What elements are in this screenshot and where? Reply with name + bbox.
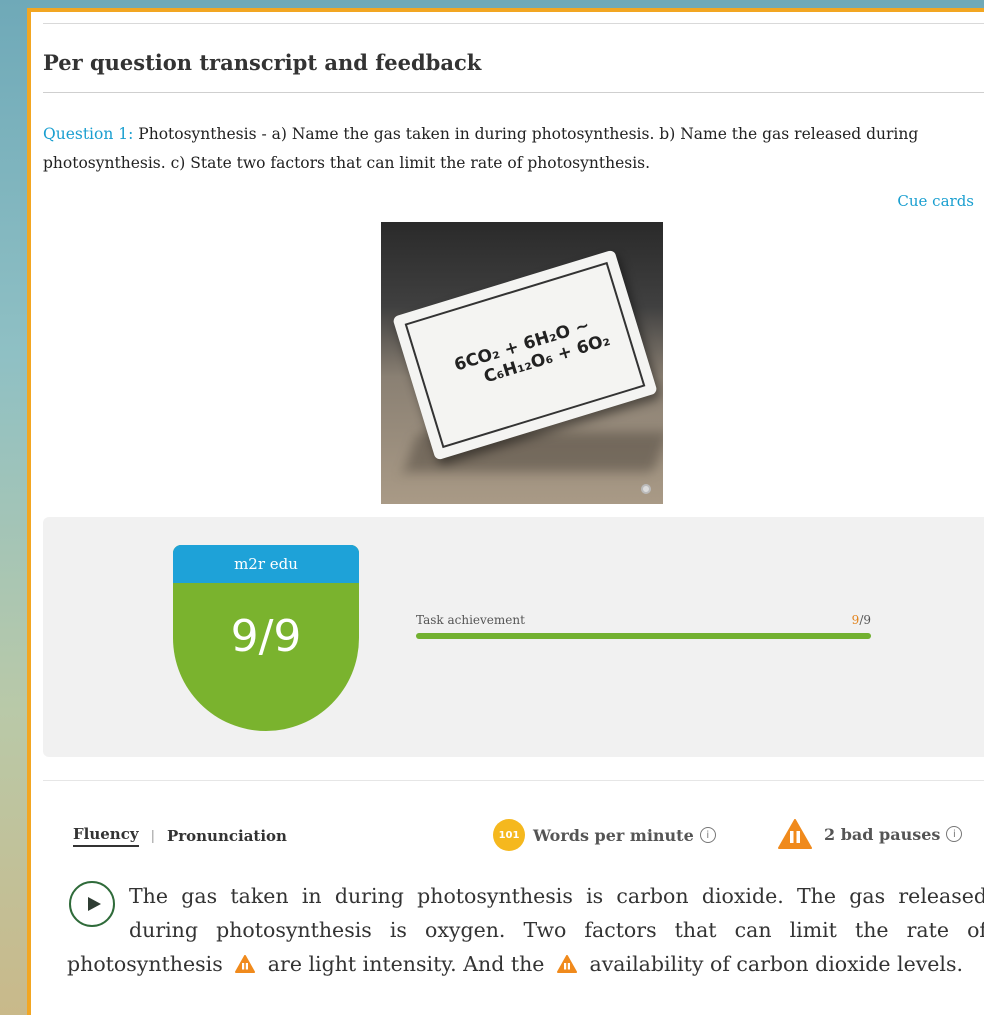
transcript-text-2: are light intensity. And the bbox=[267, 952, 545, 976]
cue-cards-link[interactable]: Cue cards bbox=[897, 192, 974, 210]
score-badge-brand: m2r edu bbox=[173, 545, 359, 583]
cue-card-equation: 6CO₂ + 6H₂O ~ C₆H₁₂O₆ + 6O₂ bbox=[404, 261, 646, 449]
top-divider bbox=[43, 23, 984, 24]
pause-warning-icon[interactable] bbox=[556, 955, 577, 973]
overall-score: 9/9 bbox=[230, 611, 302, 662]
transcript: The gas taken in during photosynthesis i… bbox=[67, 879, 984, 981]
tab-separator: | bbox=[150, 828, 155, 844]
image-indicator-dot-icon[interactable] bbox=[641, 484, 651, 494]
question-label: Question 1: bbox=[43, 125, 134, 143]
tab-fluency[interactable]: Fluency bbox=[73, 825, 139, 847]
cue-card-image: 6CO₂ + 6H₂O ~ C₆H₁₂O₆ + 6O₂ bbox=[381, 222, 663, 504]
score-badge: m2r edu 9/9 bbox=[173, 545, 359, 731]
fluency-card: Fluency | Pronunciation 101 Words per mi… bbox=[43, 780, 984, 1015]
bad-pause-warning-icon bbox=[778, 819, 812, 849]
question-text: Question 1: Photosynthesis - a) Name the… bbox=[43, 120, 968, 178]
pauses-info-icon[interactable]: i bbox=[946, 826, 963, 842]
fluency-tabs: Fluency | Pronunciation bbox=[73, 825, 287, 847]
play-icon bbox=[87, 897, 101, 911]
title-divider bbox=[43, 92, 984, 93]
question-body: Photosynthesis - a) Name the gas taken i… bbox=[43, 125, 919, 172]
task-achievement-score: 9/9 bbox=[851, 613, 871, 627]
cue-card: 6CO₂ + 6H₂O ~ C₆H₁₂O₆ + 6O₂ bbox=[392, 249, 658, 461]
task-achievement-bar-fill bbox=[416, 633, 871, 639]
bad-pauses: 2 bad pauses i bbox=[778, 819, 963, 849]
feedback-frame: Per question transcript and feedback Que… bbox=[27, 8, 984, 1015]
words-per-minute: 101 Words per minute i bbox=[493, 819, 716, 851]
score-panel: m2r edu 9/9 Task achievement 9/9 bbox=[43, 517, 984, 757]
wpm-label: Words per minute bbox=[533, 825, 694, 845]
pause-warning-icon[interactable] bbox=[235, 955, 256, 973]
wpm-info-icon[interactable]: i bbox=[699, 827, 716, 843]
transcript-text-3: availability of carbon dioxide levels. bbox=[589, 952, 964, 976]
play-audio-button[interactable] bbox=[69, 881, 115, 927]
section-title: Per question transcript and feedback bbox=[43, 50, 482, 75]
bad-pauses-label: 2 bad pauses bbox=[824, 824, 941, 844]
task-achievement-bar bbox=[416, 633, 871, 639]
task-achievement-label: Task achievement bbox=[416, 613, 525, 627]
wpm-value-badge: 101 bbox=[493, 819, 525, 851]
tab-pronunciation[interactable]: Pronunciation bbox=[167, 827, 287, 845]
